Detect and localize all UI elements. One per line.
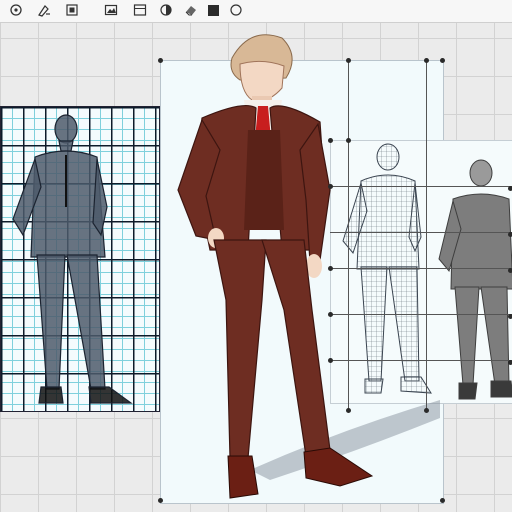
resize-handle[interactable] bbox=[346, 138, 351, 143]
resize-handle[interactable] bbox=[346, 58, 351, 63]
resize-handle[interactable] bbox=[328, 266, 333, 271]
resize-handle[interactable] bbox=[508, 360, 512, 365]
resize-handle[interactable] bbox=[158, 58, 163, 63]
main-character[interactable] bbox=[0, 0, 512, 512]
resize-handle[interactable] bbox=[328, 358, 333, 363]
guide-line bbox=[426, 60, 427, 412]
resize-handle[interactable] bbox=[440, 58, 445, 63]
resize-handle[interactable] bbox=[328, 184, 333, 189]
resize-handle[interactable] bbox=[346, 408, 351, 413]
guide-line bbox=[348, 60, 349, 412]
resize-handle[interactable] bbox=[328, 312, 333, 317]
resize-handle[interactable] bbox=[158, 498, 163, 503]
resize-handle[interactable] bbox=[440, 498, 445, 503]
resize-handle[interactable] bbox=[424, 408, 429, 413]
resize-handle[interactable] bbox=[424, 58, 429, 63]
resize-handle[interactable] bbox=[508, 268, 512, 273]
guide-line bbox=[330, 360, 512, 361]
guide-line bbox=[330, 186, 512, 187]
guide-line bbox=[330, 232, 512, 233]
resize-handle[interactable] bbox=[508, 314, 512, 319]
resize-handle[interactable] bbox=[508, 186, 512, 191]
resize-handle[interactable] bbox=[508, 232, 512, 237]
guide-line bbox=[330, 314, 512, 315]
resize-handle[interactable] bbox=[328, 138, 333, 143]
guide-line bbox=[330, 268, 512, 269]
